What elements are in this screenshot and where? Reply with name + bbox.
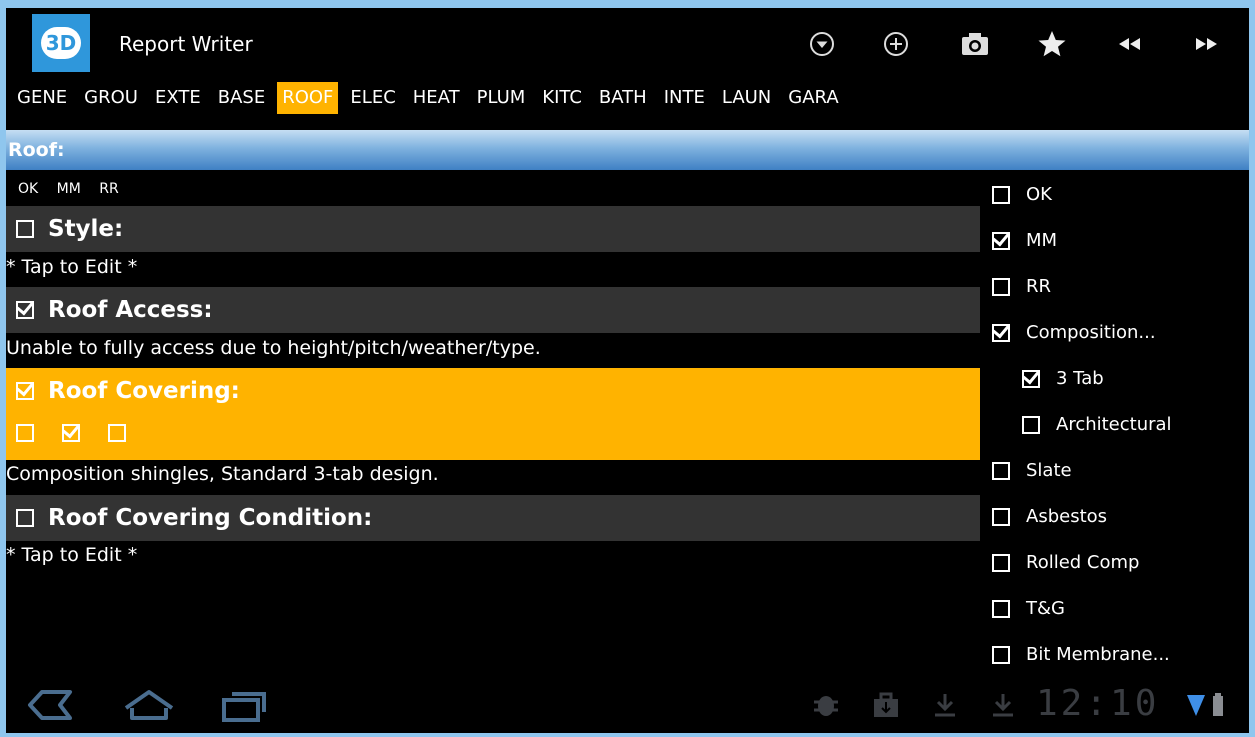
item-style-title: Style: — [48, 216, 124, 242]
item-roof-covering-condition[interactable]: Roof Covering Condition: — [6, 495, 980, 541]
tab-plum[interactable]: PLUM — [472, 82, 531, 114]
tab-grou[interactable]: GROU — [79, 82, 143, 114]
item-roof-covering-description[interactable]: Composition shingles, Standard 3-tab des… — [6, 463, 439, 485]
item-roof-access-checkbox[interactable] — [16, 301, 34, 319]
option-3-tab-checkbox[interactable] — [1022, 369, 1040, 388]
option-rolled-comp[interactable]: Rolled Comp — [992, 552, 1139, 573]
tab-laun[interactable]: LAUN — [717, 82, 776, 114]
option-asbestos[interactable]: Asbestos — [992, 506, 1107, 527]
item-roof-covering-title: Roof Covering: — [48, 378, 240, 404]
item-roof-covering-ratings — [16, 424, 126, 442]
option-rolled-comp-label: Rolled Comp — [1026, 552, 1140, 573]
tab-kitc[interactable]: KITC — [537, 82, 587, 114]
app-logo[interactable]: 3D — [32, 14, 90, 72]
option-composition[interactable]: Composition... — [992, 322, 1156, 343]
fast-forward-icon[interactable] — [1191, 28, 1223, 60]
option-slate-checkbox[interactable] — [992, 461, 1010, 480]
item-roof-access-title: Roof Access: — [48, 297, 213, 323]
add-circle-icon[interactable] — [880, 28, 912, 60]
tab-elec[interactable]: ELEC — [345, 82, 400, 114]
item-roof-covering-condition-title: Roof Covering Condition: — [48, 505, 373, 531]
option-asbestos-label: Asbestos — [1026, 506, 1108, 527]
option-3-tab[interactable]: 3 Tab — [1022, 368, 1104, 389]
item-roof-covering[interactable]: Roof Covering: — [6, 368, 980, 460]
option-bit-membrane-checkbox[interactable] — [992, 645, 1010, 664]
section-header: Roof: — [6, 130, 1249, 170]
option-ok[interactable]: OK — [992, 184, 1052, 205]
option-bit-membrane-label: Bit Membrane... — [1026, 644, 1170, 665]
option-3-tab-label: 3 Tab — [1056, 368, 1104, 389]
option-mm[interactable]: MM — [992, 230, 1057, 251]
option-mm-checkbox[interactable] — [992, 231, 1010, 250]
item-style-checkbox[interactable] — [16, 220, 34, 238]
option-rolled-comp-checkbox[interactable] — [992, 553, 1010, 572]
column-header-rr: RR — [99, 181, 119, 197]
option-rr-label: RR — [1026, 276, 1052, 297]
tab-roof[interactable]: ROOF — [277, 82, 339, 114]
debug-icon — [812, 692, 840, 722]
tab-inte[interactable]: INTE — [659, 82, 710, 114]
option-architectural-checkbox[interactable] — [1022, 415, 1040, 434]
tab-heat[interactable]: HEAT — [408, 82, 465, 114]
item-style-description[interactable]: * Tap to Edit * — [6, 256, 137, 278]
action-bar: 3D Report Writer — [6, 8, 1249, 78]
item-style[interactable]: Style: — [6, 206, 980, 252]
option-t-and-g[interactable]: T&G — [992, 598, 1065, 619]
option-slate-label: Slate — [1026, 460, 1072, 481]
rating-ok-checkbox[interactable] — [16, 424, 34, 442]
column-header-mm: MM — [56, 181, 81, 197]
category-tabs: GENE GROU EXTE BASE ROOF ELEC HEAT PLUM … — [12, 82, 851, 114]
item-roof-access-description[interactable]: Unable to fully access due to height/pit… — [6, 337, 541, 359]
download-icon-2 — [990, 692, 1016, 722]
option-ok-label: OK — [1026, 184, 1052, 205]
option-asbestos-checkbox[interactable] — [992, 507, 1010, 526]
option-bit-membrane[interactable]: Bit Membrane... — [992, 644, 1170, 665]
option-composition-checkbox[interactable] — [992, 323, 1010, 342]
wifi-signal-icon — [1186, 692, 1206, 722]
tab-gara[interactable]: GARA — [783, 82, 843, 114]
app-title: Report Writer — [119, 32, 253, 56]
camera-icon[interactable] — [959, 28, 991, 60]
rating-rr-checkbox[interactable] — [108, 424, 126, 442]
option-composition-label: Composition... — [1026, 322, 1156, 343]
system-clock: 12:10 — [1036, 683, 1160, 724]
tab-gene[interactable]: GENE — [12, 82, 72, 114]
home-icon[interactable] — [122, 686, 176, 728]
option-t-and-g-checkbox[interactable] — [992, 599, 1010, 618]
option-architectural-label: Architectural — [1056, 414, 1172, 435]
option-rr[interactable]: RR — [992, 276, 1051, 297]
option-slate[interactable]: Slate — [992, 460, 1072, 481]
rating-column-headers: OK MM RR — [18, 181, 133, 197]
option-rr-checkbox[interactable] — [992, 277, 1010, 296]
star-icon[interactable] — [1036, 28, 1068, 60]
tab-bath[interactable]: BATH — [594, 82, 652, 114]
briefcase-download-icon — [872, 692, 900, 722]
rating-mm-checkbox[interactable] — [62, 424, 80, 442]
recent-apps-icon[interactable] — [220, 686, 270, 728]
option-mm-label: MM — [1026, 230, 1058, 251]
tab-exte[interactable]: EXTE — [150, 82, 206, 114]
download-icon — [932, 692, 958, 722]
item-roof-covering-checkbox[interactable] — [16, 382, 34, 400]
device-screen: 3D Report Writer GENE GROU EXTE BASE ROO… — [6, 8, 1249, 733]
item-roof-covering-condition-description[interactable]: * Tap to Edit * — [6, 544, 137, 566]
option-t-and-g-label: T&G — [1026, 598, 1065, 619]
rewind-icon[interactable] — [1113, 28, 1145, 60]
options-panel: OK MM RR Composition... 3 Tab Architectu… — [980, 172, 1249, 678]
back-icon[interactable] — [26, 686, 76, 728]
item-roof-covering-condition-checkbox[interactable] — [16, 509, 34, 527]
option-ok-checkbox[interactable] — [992, 185, 1010, 204]
dropdown-circle-icon[interactable] — [806, 28, 838, 60]
option-architectural[interactable]: Architectural — [1022, 414, 1172, 435]
tab-base[interactable]: BASE — [213, 82, 270, 114]
system-bar: 12:10 — [6, 678, 1249, 733]
battery-icon — [1212, 692, 1224, 722]
item-roof-access[interactable]: Roof Access: — [6, 287, 980, 333]
column-header-ok: OK — [18, 181, 39, 197]
app-logo-text: 3D — [41, 27, 81, 59]
